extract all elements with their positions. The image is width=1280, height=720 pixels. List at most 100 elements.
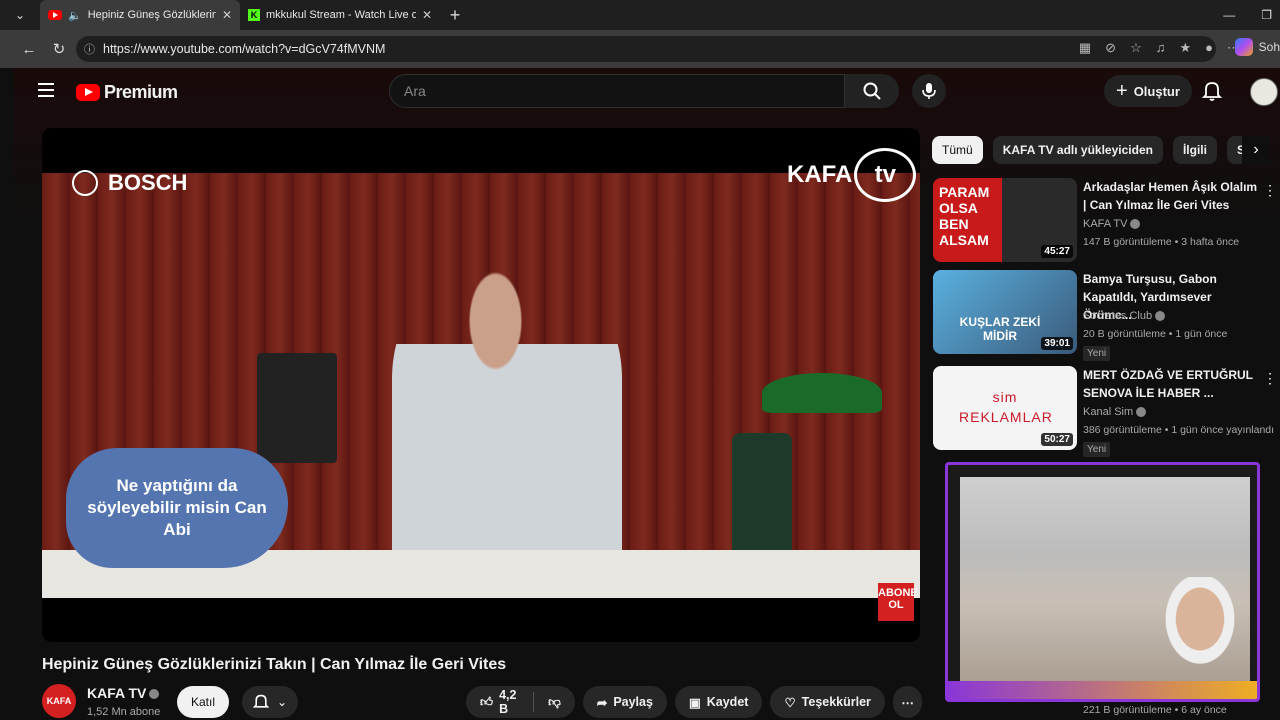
rec-channel: KAFA TV — [1083, 218, 1141, 230]
search-icon — [863, 82, 881, 100]
toolbar-icons: ▦ ⊘ ☆ ♫ ★ ● ⋯ — [1079, 40, 1240, 56]
webcam-overlay — [945, 462, 1260, 702]
bosch-text: BOSCH — [108, 170, 188, 195]
duration-badge: 50:27 — [1041, 433, 1073, 446]
more-vertical-icon[interactable]: ⋮ — [1263, 370, 1277, 387]
logo-text: Premium — [104, 82, 178, 102]
subscriber-count: 1,52 Mn abone — [87, 706, 161, 718]
copilot-label: Soh — [1258, 40, 1280, 54]
more-actions-button[interactable]: ⋯ — [892, 686, 923, 718]
like-dislike-group: 👍︎ 4,2 B 👎︎ — [466, 686, 575, 718]
rec-title: Arkadaşlar Hemen Âşık Olalım | Can Yılma… — [1083, 180, 1258, 212]
dislike-button[interactable]: 👎︎ — [534, 686, 575, 718]
url-text: https://www.youtube.com/watch?v=dGcV74fM… — [103, 42, 386, 56]
tab-list-chevron-icon[interactable]: ⌄ — [0, 0, 40, 30]
reload-button[interactable]: ↻ — [44, 40, 74, 58]
favorites-icon[interactable]: ★ — [1179, 40, 1191, 56]
chevron-down-icon: ⌄ — [276, 695, 288, 709]
create-button[interactable]: + Oluştur — [1104, 75, 1192, 107]
thumbnail-caption: sim REKLAMLAR — [959, 389, 1053, 425]
youtube-logo[interactable]: Premium — [76, 82, 178, 103]
search-button[interactable] — [845, 74, 899, 108]
video-thumbnail[interactable]: PARAM OLSA BEN ALSAM 45:27 — [933, 178, 1077, 262]
menu-icon[interactable] — [38, 83, 54, 97]
video-thumbnail[interactable]: sim REKLAMLAR 50:27 — [933, 366, 1077, 450]
rec-meta: 20 B görüntüleme • 1 gün önce — [1083, 328, 1228, 340]
site-info-icon[interactable]: ⓘ — [84, 41, 95, 57]
favorite-star-icon[interactable]: ☆ — [1130, 40, 1142, 56]
close-tab-icon[interactable]: ✕ — [222, 8, 232, 22]
new-tab-button[interactable]: + — [440, 5, 470, 26]
plus-icon: + — [1116, 79, 1128, 102]
speech-bubble: Ne yaptığını da söyleyebilir misin Can A… — [66, 448, 288, 568]
maximize-icon[interactable]: ❐ — [1261, 8, 1272, 22]
video-thumbnail[interactable]: KUŞLAR ZEKİ MİDİR 39:01 — [933, 270, 1077, 354]
channel-avatar[interactable]: KAFA — [42, 684, 76, 718]
channel-name[interactable]: KAFA TV — [87, 685, 160, 701]
chip-related[interactable]: İlgili — [1172, 136, 1217, 164]
youtube-logo-icon — [76, 84, 100, 101]
user-avatar[interactable] — [1250, 78, 1278, 106]
list-item[interactable]: sim REKLAMLAR 50:27 MERT ÖZDAĞ VE ERTUĞR… — [933, 366, 1277, 457]
kick-favicon-icon: K — [248, 9, 260, 21]
rec-meta: 386 görüntüleme • 1 gün önce yayınlandı — [1083, 424, 1275, 436]
voice-search-button[interactable] — [912, 74, 946, 108]
kafatv-tv-text: tv — [874, 161, 897, 188]
list-item[interactable]: KUŞLAR ZEKİ MİDİR 39:01 Bamya Turşusu, G… — [933, 270, 1273, 361]
tab-title: mkkukul Stream - Watch Live on K — [266, 9, 416, 21]
chevron-right-icon[interactable]: › — [1242, 136, 1270, 164]
list-item[interactable]: PARAM OLSA BEN ALSAM 45:27 Arkadaşlar He… — [933, 178, 1277, 268]
thumbnail-caption: KUŞLAR ZEKİ MİDİR — [959, 315, 1041, 343]
thanks-button[interactable]: ♡ Teşekkürler — [770, 686, 885, 718]
like-count: 4,2 B — [499, 688, 517, 716]
tab-title: Hepiniz Güneş Gözlüklerinizi T — [87, 9, 216, 21]
join-button[interactable]: Katıl — [177, 686, 229, 718]
video-player[interactable]: BOSCH KAFA tv Ne yaptığını da söyleyebil… — [42, 128, 920, 642]
bosch-watermark: BOSCH — [72, 170, 187, 196]
app-grid-icon[interactable]: ▦ — [1079, 40, 1091, 56]
kafatv-ring: tv — [854, 148, 917, 202]
more-icon: ⋯ — [901, 695, 914, 710]
minimize-icon[interactable]: — — [1223, 8, 1235, 22]
share-icon: ➦ — [596, 695, 608, 710]
bell-icon — [252, 694, 269, 708]
chip-all[interactable]: Tümü — [932, 136, 983, 164]
filter-chips: Tümü KAFA TV adlı yükleyiciden İlgili Si — [932, 136, 1272, 164]
desk-lamp — [762, 373, 882, 413]
copilot-icon — [1234, 38, 1253, 56]
rec-channel-text: KAFA TV — [1083, 218, 1128, 230]
action-buttons: 👍︎ 4,2 B 👎︎ ➦ Paylaş ▣ Kaydet ♡ Teşekkür… — [466, 686, 923, 718]
save-button[interactable]: ▣ Kaydet — [674, 686, 763, 718]
notifications-button[interactable] — [1201, 80, 1223, 107]
extensions-icon[interactable]: ♫ — [1156, 40, 1166, 56]
browser-tab-youtube[interactable]: 🔈 Hepiniz Güneş Gözlüklerinizi T ✕ — [40, 0, 240, 30]
copilot-button[interactable]: Soh — [1234, 38, 1280, 56]
verified-icon — [1155, 311, 1166, 322]
new-badge: Yeni — [1083, 346, 1111, 361]
channel-name-text: KAFA TV — [87, 685, 147, 701]
speaker-icon[interactable]: 🔈 — [68, 9, 82, 22]
webcam-feed — [960, 477, 1257, 697]
back-button[interactable]: ← — [14, 41, 44, 58]
search-input[interactable]: Ara — [389, 74, 845, 108]
thumbs-up-icon: 👍︎ — [480, 694, 494, 709]
browser-tab-strip: ⌄ 🔈 Hepiniz Güneş Gözlüklerinizi T ✕ K m… — [0, 0, 1280, 30]
kafatv-watermark: KAFA tv — [787, 148, 917, 202]
rec-title: MERT ÖZDAĞ VE ERTUĞRUL SENOVA İLE HABER … — [1083, 368, 1253, 400]
share-button[interactable]: ➦ Paylaş — [582, 686, 667, 718]
tracking-prevention-icon[interactable]: ⊘ — [1105, 40, 1116, 56]
address-bar: ← ↻ ⓘ https://www.youtube.com/watch?v=dG… — [0, 30, 1280, 68]
thumbnail-caption: PARAM OLSA BEN ALSAM — [939, 184, 990, 249]
browser-tab-kick[interactable]: K mkkukul Stream - Watch Live on K ✕ — [240, 0, 440, 30]
like-button[interactable]: 👍︎ 4,2 B — [466, 686, 533, 718]
chip-from-uploader[interactable]: KAFA TV adlı yükleyiciden — [992, 136, 1163, 164]
close-tab-icon[interactable]: ✕ — [422, 8, 432, 22]
verified-icon — [1130, 219, 1141, 230]
profile-icon[interactable]: ● — [1205, 40, 1213, 56]
new-badge: Yeni — [1083, 442, 1111, 457]
duration-badge: 45:27 — [1041, 245, 1073, 258]
subscription-bell-button[interactable]: ⌄ — [242, 686, 298, 718]
more-vertical-icon[interactable]: ⋮ — [1263, 182, 1277, 199]
masthead: Premium Ara + Oluştur — [14, 68, 1280, 118]
url-field[interactable]: ⓘ https://www.youtube.com/watch?v=dGcV74… — [76, 36, 1216, 62]
